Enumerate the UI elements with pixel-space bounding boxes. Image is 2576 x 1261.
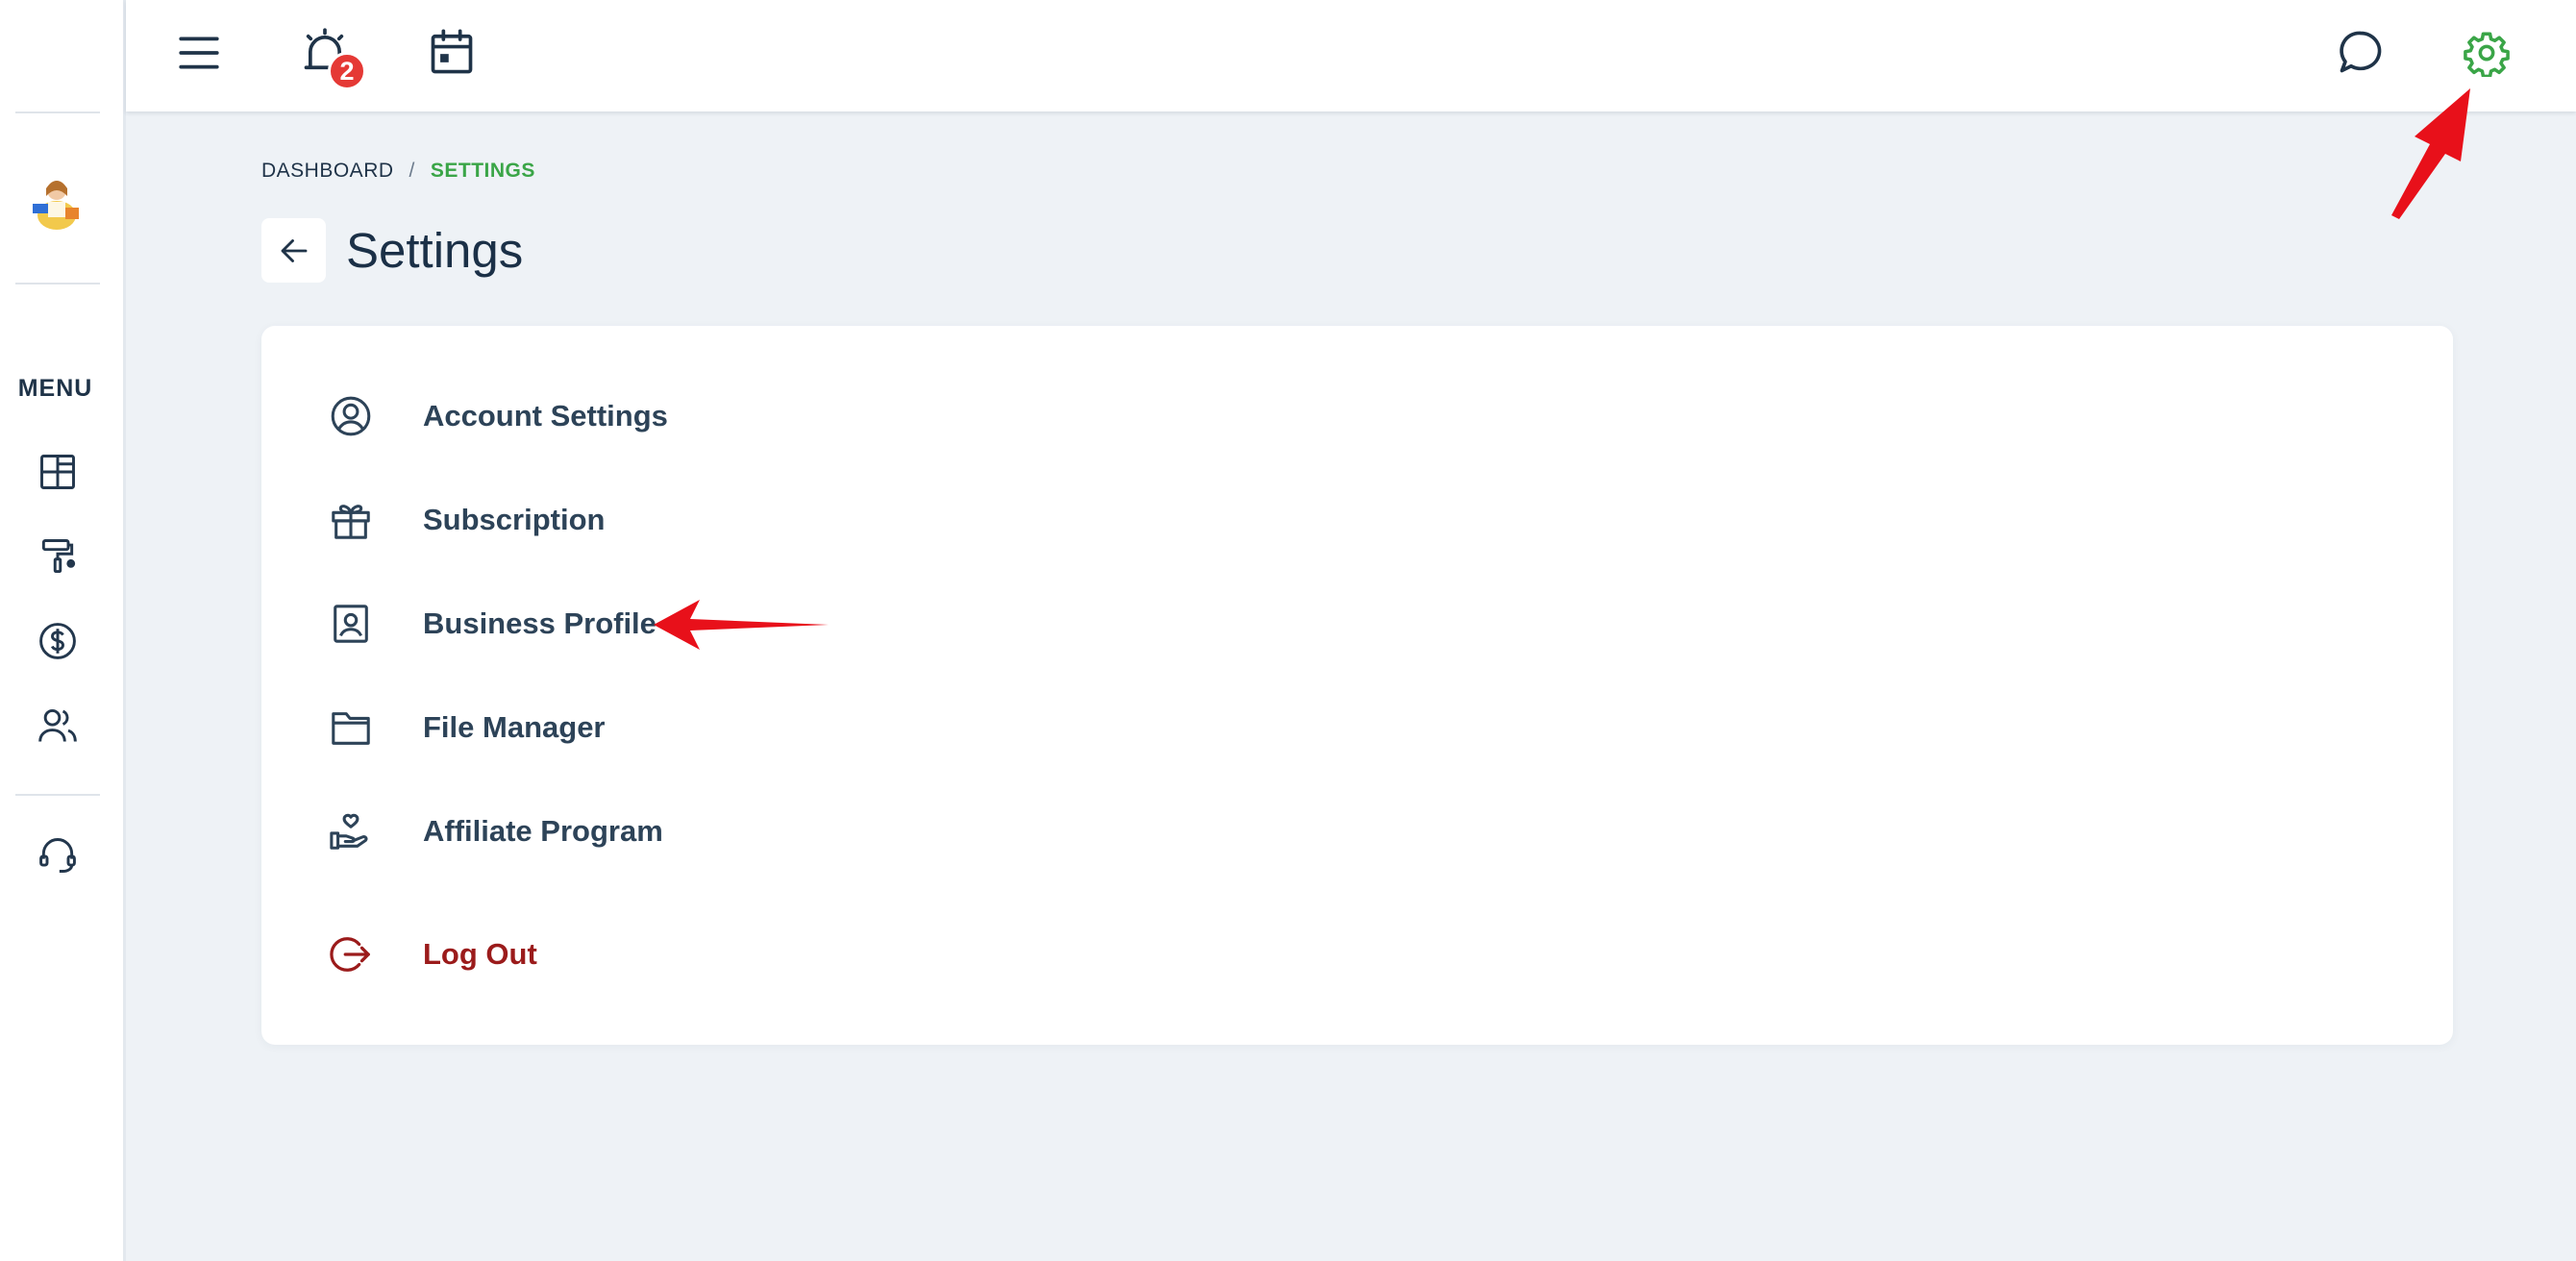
settings-item-label: Business Profile (423, 606, 656, 640)
sidebar-menu-label: MENU (17, 375, 93, 402)
settings-item-business-profile[interactable]: Business Profile (329, 593, 656, 655)
dollar-icon[interactable] (37, 620, 79, 662)
menu-icon[interactable] (175, 29, 223, 77)
gear-icon[interactable] (2463, 29, 2511, 77)
user-circle-icon (329, 394, 373, 438)
settings-item-subscription[interactable]: Subscription (329, 489, 605, 551)
sidebar-divider (15, 111, 100, 113)
top-bar (126, 0, 2576, 111)
sidebar-divider (15, 794, 100, 796)
settings-item-label: Subscription (423, 503, 606, 536)
breadcrumb-dashboard-link[interactable]: DASHBOARD (261, 160, 394, 183)
sidebar: MENU (0, 0, 126, 1261)
folder-icon (329, 705, 373, 750)
logout-button[interactable]: Log Out (329, 924, 537, 985)
settings-item-account[interactable]: Account Settings (329, 385, 668, 447)
breadcrumb-current: SETTINGS (430, 160, 535, 182)
notification-badge: 2 (328, 52, 366, 90)
logout-label: Log Out (423, 937, 537, 971)
sidebar-divider (15, 283, 100, 284)
users-icon[interactable] (37, 705, 79, 747)
breadcrumb: DASHBOARD / SETTINGS (261, 160, 535, 183)
logout-icon (329, 932, 373, 977)
gift-icon (329, 498, 373, 542)
avatar[interactable] (31, 171, 83, 233)
breadcrumb-separator: / (409, 160, 415, 182)
paint-roller-icon[interactable] (37, 535, 79, 578)
id-badge-icon (329, 602, 373, 646)
page-title: Settings (346, 223, 524, 278)
arrow-left-icon (277, 234, 311, 268)
settings-item-label: Account Settings (423, 399, 668, 433)
settings-item-label: Affiliate Program (423, 814, 663, 848)
settings-item-affiliate-program[interactable]: Affiliate Program (329, 801, 663, 862)
headset-icon[interactable] (37, 834, 79, 877)
back-button[interactable] (261, 218, 326, 283)
chat-icon[interactable] (2336, 27, 2386, 77)
settings-card: Account Settings Subscription Business P… (261, 326, 2453, 1045)
settings-item-file-manager[interactable]: File Manager (329, 697, 606, 758)
hand-heart-icon (329, 809, 373, 853)
settings-item-label: File Manager (423, 710, 606, 744)
calendar-icon[interactable] (427, 27, 477, 77)
dashboard-icon[interactable] (37, 451, 79, 493)
